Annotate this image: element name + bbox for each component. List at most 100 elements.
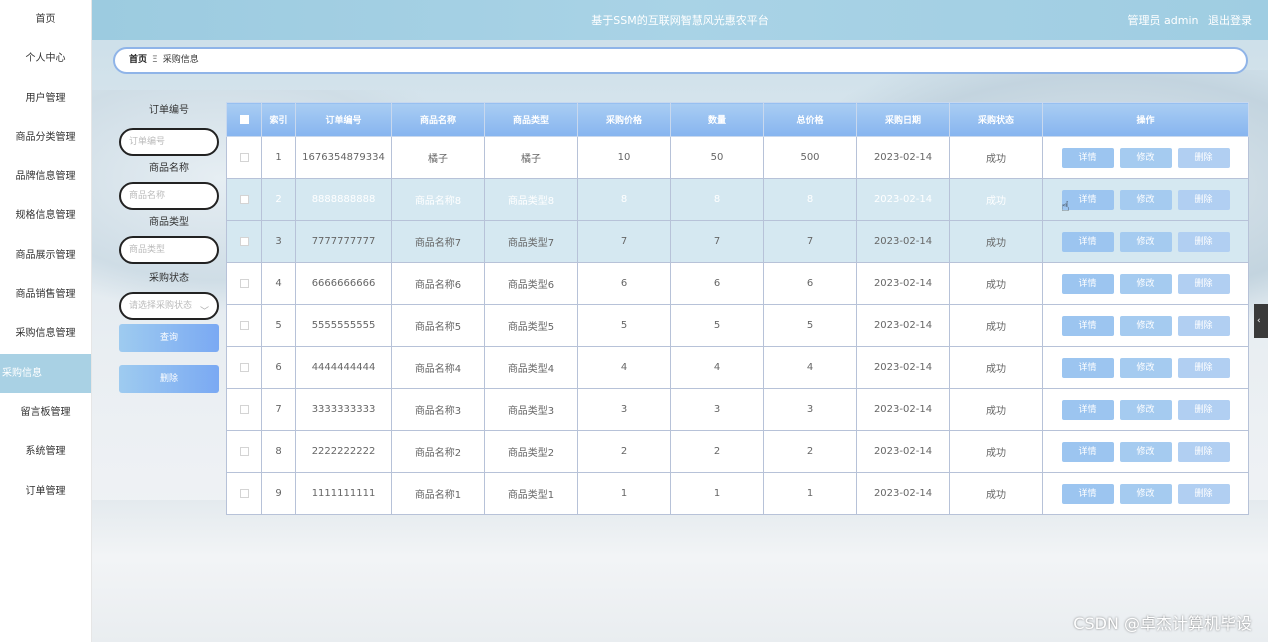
sidebar-item[interactable]: 个人中心 bbox=[0, 39, 91, 78]
row-checkbox[interactable] bbox=[239, 236, 249, 246]
sidebar-item[interactable]: 商品分类管理 bbox=[0, 118, 91, 157]
cell-qty: 3 bbox=[670, 388, 764, 431]
cell-type: 商品类型2 bbox=[484, 430, 578, 473]
cell-status: 成功 bbox=[949, 304, 1043, 347]
cell-idx: 6 bbox=[261, 346, 296, 389]
cell-price: 10 bbox=[577, 136, 671, 179]
actions-cell: 详情 修改 删除 bbox=[1042, 430, 1249, 473]
edit-button[interactable]: 修改 bbox=[1119, 231, 1172, 252]
row-checkbox[interactable] bbox=[239, 194, 249, 204]
chevron-left-icon: ‹ bbox=[1257, 316, 1261, 326]
table-body: 1 1676354879334 橘子 橘子 10 50 500 2023-02-14 成功 详情修… bbox=[226, 136, 1249, 515]
cell-date: 2023-02-14 bbox=[856, 136, 950, 179]
cell-status: 成功 bbox=[949, 346, 1043, 389]
table-row[interactable]: 9 1111111111 商品名称1 商品类型1 1 1 1 2023-02-14 成功 详情 修改… bbox=[226, 472, 1249, 515]
edit-button[interactable]: 修改 bbox=[1119, 189, 1172, 210]
row-checkbox[interactable] bbox=[239, 278, 249, 288]
delete-button[interactable]: 删除 bbox=[1177, 147, 1230, 168]
detail-button[interactable]: 详情 bbox=[1061, 357, 1114, 378]
detail-button[interactable]: 详情 bbox=[1061, 483, 1114, 504]
table-row[interactable]: 4 6666666666 商品名称6 商品类型6 6 6 6 2023-02-14 成功 详情 修改… bbox=[226, 262, 1249, 305]
sidebar-item[interactable]: 采购信息 bbox=[0, 353, 91, 393]
product-name-input[interactable]: 商品名称 bbox=[119, 182, 219, 210]
product-type-label: 商品类型 bbox=[149, 217, 189, 228]
sidebar-item[interactable]: 品牌信息管理 bbox=[0, 157, 91, 196]
edit-button[interactable]: 修改 bbox=[1119, 147, 1172, 168]
column-header: 商品名称 bbox=[391, 102, 485, 137]
delete-button[interactable]: 删除 bbox=[1177, 483, 1230, 504]
sidebar-item[interactable]: 首页 bbox=[0, 0, 91, 39]
actions-cell: 详情 修改 删除 bbox=[1042, 472, 1249, 515]
order-no-label: 订单编号 bbox=[149, 105, 189, 116]
sidebar-item[interactable]: 订单管理 bbox=[0, 472, 91, 511]
delete-button[interactable]: 删除 bbox=[1177, 273, 1230, 294]
delete-button[interactable]: 删除 bbox=[1177, 357, 1230, 378]
cell-date: 2023-02-14 bbox=[856, 304, 950, 347]
row-checkbox[interactable] bbox=[239, 320, 249, 330]
cell-price: 6 bbox=[577, 262, 671, 305]
user-area: 管理员 admin 退出登录 bbox=[1122, 12, 1252, 28]
detail-button[interactable]: 详情 bbox=[1061, 147, 1114, 168]
edit-button[interactable]: 修改 bbox=[1119, 483, 1172, 504]
table-row[interactable]: 3 7777777777 商品名称7 商品类型7 7 7 7 2023-02-14 成功 详情 修改… bbox=[226, 220, 1249, 263]
edit-button[interactable]: 修改 bbox=[1119, 273, 1172, 294]
product-type-input[interactable]: 商品类型 bbox=[119, 236, 219, 264]
detail-button[interactable]: 详情 bbox=[1061, 399, 1114, 420]
column-header: 商品类型 bbox=[484, 102, 578, 137]
query-button[interactable]: 查询 bbox=[119, 324, 219, 352]
delete-button[interactable]: 删除 bbox=[1177, 441, 1230, 462]
detail-button[interactable]: 详情 bbox=[1061, 441, 1114, 462]
order-no-input[interactable]: 订单编号 bbox=[119, 128, 219, 156]
row-checkbox[interactable] bbox=[239, 404, 249, 414]
delete-button[interactable]: 删除 bbox=[1177, 231, 1230, 252]
row-checkbox[interactable] bbox=[239, 446, 249, 456]
sidebar-item[interactable]: 商品销售管理 bbox=[0, 275, 91, 314]
edit-button[interactable]: 修改 bbox=[1119, 315, 1172, 336]
row-checkbox[interactable] bbox=[239, 488, 249, 498]
breadcrumb-home[interactable]: 首页 bbox=[129, 55, 147, 65]
cell-price: 7 bbox=[577, 220, 671, 263]
purchase-status-select[interactable]: 请选择采购状态 ﹀ bbox=[119, 292, 219, 320]
side-collapse-tab[interactable]: ‹ bbox=[1254, 304, 1268, 338]
detail-button[interactable]: 详情 bbox=[1061, 273, 1114, 294]
cell-type: 商品类型7 bbox=[484, 220, 578, 263]
cell-date: 2023-02-14 bbox=[856, 178, 950, 221]
table-row[interactable]: 1 1676354879334 橘子 橘子 10 50 500 2023-02-14 成功 详情修… bbox=[226, 136, 1249, 179]
detail-button[interactable]: 详情 bbox=[1061, 315, 1114, 336]
table-row[interactable]: 8 2222222222 商品名称2 商品类型2 2 2 2 2023-02-14 成功 详情 修改… bbox=[226, 430, 1249, 473]
cell-status: 成功 bbox=[949, 220, 1043, 263]
breadcrumb: 首页 Ξ 采购信息 bbox=[113, 47, 1248, 74]
delete-button[interactable]: 删除 bbox=[1177, 189, 1230, 210]
delete-selected-button[interactable]: 删除 bbox=[119, 365, 219, 393]
detail-button[interactable]: 详情 bbox=[1061, 231, 1114, 252]
sidebar-item[interactable]: 系统管理 bbox=[0, 432, 91, 471]
sidebar-item[interactable]: 规格信息管理 bbox=[0, 196, 91, 235]
delete-button[interactable]: 删除 bbox=[1177, 315, 1230, 336]
table-row[interactable]: 5 5555555555 商品名称5 商品类型5 5 5 5 2023-02-14 成功 详情 修改… bbox=[226, 304, 1249, 347]
cell-order-no: 3333333333 bbox=[295, 388, 392, 431]
sidebar-item[interactable]: 留言板管理 bbox=[0, 393, 91, 432]
cell-idx: 5 bbox=[261, 304, 296, 347]
row-select-cell bbox=[226, 388, 262, 431]
delete-button[interactable]: 删除 bbox=[1177, 399, 1230, 420]
select-all-checkbox[interactable] bbox=[239, 114, 249, 124]
sidebar-item[interactable]: 用户管理 bbox=[0, 79, 91, 118]
cell-idx: 2 bbox=[261, 178, 296, 221]
edit-button[interactable]: 修改 bbox=[1119, 357, 1172, 378]
table-row[interactable]: 7 3333333333 商品名称3 商品类型3 3 3 3 2023-02-14 成功 详情 修改… bbox=[226, 388, 1249, 431]
cell-name: 商品名称6 bbox=[391, 262, 485, 305]
logout-link[interactable]: 退出登录 bbox=[1208, 14, 1252, 27]
table-row[interactable]: 2 8888888888 商品名称8 商品类型8 8 8 8 2023-02-14 成功 详情 修改… bbox=[226, 178, 1249, 221]
table-row[interactable]: 6 4444444444 商品名称4 商品类型4 4 4 4 2023-02-14 成功 详情 修改… bbox=[226, 346, 1249, 389]
row-checkbox[interactable] bbox=[239, 152, 249, 162]
cell-date: 2023-02-14 bbox=[856, 472, 950, 515]
cell-qty: 6 bbox=[670, 262, 764, 305]
cell-total: 4 bbox=[763, 346, 857, 389]
edit-button[interactable]: 修改 bbox=[1119, 441, 1172, 462]
sidebar-item[interactable]: 采购信息管理 bbox=[0, 314, 91, 353]
cell-qty: 50 bbox=[670, 136, 764, 179]
cell-total: 6 bbox=[763, 262, 857, 305]
sidebar-item[interactable]: 商品展示管理 bbox=[0, 236, 91, 275]
edit-button[interactable]: 修改 bbox=[1119, 399, 1172, 420]
row-checkbox[interactable] bbox=[239, 362, 249, 372]
